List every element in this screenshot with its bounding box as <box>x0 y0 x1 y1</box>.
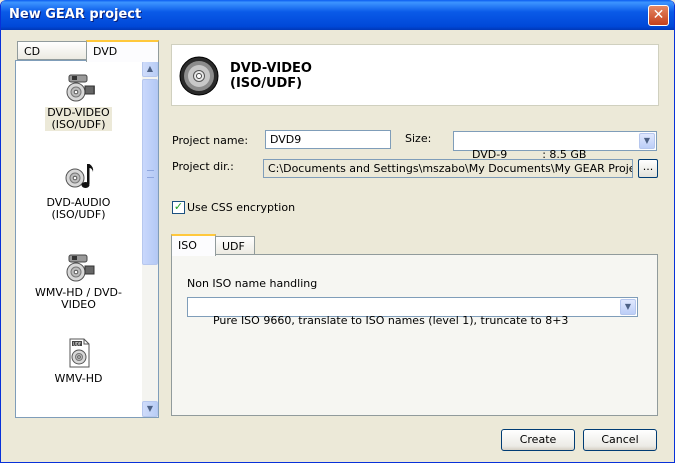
project-item-dvd-video[interactable]: DVD-VIDEO (ISO/UDF) <box>16 71 141 131</box>
chevron-down-icon[interactable]: ▼ <box>639 133 655 149</box>
project-list-scrollbar[interactable]: ▲ ▼ <box>142 61 158 417</box>
scroll-thumb[interactable] <box>142 79 158 265</box>
project-dir-label: Project dir.: <box>172 160 234 173</box>
close-button[interactable]: ✕ <box>648 5 669 26</box>
udf-document-disc-icon: UDF <box>69 338 89 368</box>
create-button-label: Create <box>519 433 557 446</box>
wmv-hd-dvd-camera-icon <box>66 254 94 282</box>
project-item-wmv-hd-dvd-video[interactable]: WMV-HD / DVD-VIDEO <box>16 251 141 311</box>
new-gear-project-dialog: New GEAR project ✕ CD DVD DVD-VIDEO (ISO/… <box>0 0 675 463</box>
project-item-wmv-hd[interactable]: UDF WMV-HD <box>16 337 141 385</box>
size-select[interactable]: DVD-9 : 8.5 GB ▼ <box>453 131 657 161</box>
project-item-label: WMV-HD / DVD-VIDEO <box>35 286 122 311</box>
chevron-down-icon: ▼ <box>146 404 154 413</box>
tab-dvd-label: DVD <box>93 45 118 58</box>
scroll-down-button[interactable]: ▼ <box>142 401 158 417</box>
tab-cd[interactable]: CD <box>17 41 87 60</box>
size-label: Size: <box>405 132 432 145</box>
css-encryption-checkbox[interactable]: ✓ <box>172 201 185 214</box>
name-handling-value: Pure ISO 9660, translate to ISO names (l… <box>212 314 569 327</box>
project-item-sublabel: (ISO/UDF) <box>51 118 106 131</box>
title-bar[interactable]: New GEAR project ✕ <box>1 0 674 30</box>
header-title: DVD-VIDEO (ISO/UDF) <box>230 61 312 91</box>
checkmark-icon: ✓ <box>173 200 184 213</box>
project-name-label: Project name: <box>172 134 249 147</box>
scroll-up-button[interactable]: ▲ <box>142 61 158 77</box>
name-handling-label: Non ISO name handling <box>187 277 318 290</box>
dvd-video-camera-icon <box>66 74 95 102</box>
tab-udf-label: UDF <box>222 240 245 253</box>
project-dir-field[interactable]: C:\Documents and Settings\mszabo\My Docu… <box>263 159 633 178</box>
grip-icon <box>147 170 154 178</box>
project-item-sublabel: (ISO/UDF) <box>51 208 106 221</box>
header-title-line2: (ISO/UDF) <box>230 76 303 91</box>
cancel-button-label: Cancel <box>601 433 639 446</box>
project-type-header: DVD-VIDEO (ISO/UDF) <box>171 44 659 106</box>
tab-iso-label: ISO <box>178 239 197 252</box>
cancel-button[interactable]: Cancel <box>583 429 657 451</box>
project-item-dvd-audio[interactable]: DVD-AUDIO (ISO/UDF) <box>16 161 141 221</box>
name-handling-select[interactable]: Pure ISO 9660, translate to ISO names (l… <box>187 297 638 327</box>
browse-button-label: ... <box>642 160 654 173</box>
chevron-up-icon: ▲ <box>146 64 154 73</box>
svg-text:UDF: UDF <box>72 341 81 346</box>
project-name-input[interactable]: DVD9 <box>265 130 391 149</box>
tab-iso[interactable]: ISO <box>171 234 216 256</box>
close-icon: ✕ <box>652 7 665 23</box>
project-type-list: DVD-VIDEO(ISO/UDF) DVD-AUDIO(ISO/UDF) <box>15 60 159 418</box>
project-item-label: WMV-HD <box>54 372 103 385</box>
disc-icon <box>179 56 219 96</box>
chevron-down-icon[interactable]: ▼ <box>620 299 636 315</box>
tab-udf[interactable]: UDF <box>215 236 255 255</box>
browse-button[interactable]: ... <box>638 159 658 178</box>
iso-tab-panel: Non ISO name handling Pure ISO 9660, tra… <box>171 254 658 416</box>
dvd-audio-note-icon <box>65 164 93 188</box>
header-title-line1: DVD-VIDEO <box>230 61 312 76</box>
tab-dvd[interactable]: DVD <box>86 40 159 62</box>
create-button[interactable]: Create <box>501 429 575 451</box>
css-encryption-label: Use CSS encryption <box>187 201 296 214</box>
window-title: New GEAR project <box>9 7 142 22</box>
tab-cd-label: CD <box>24 45 41 58</box>
